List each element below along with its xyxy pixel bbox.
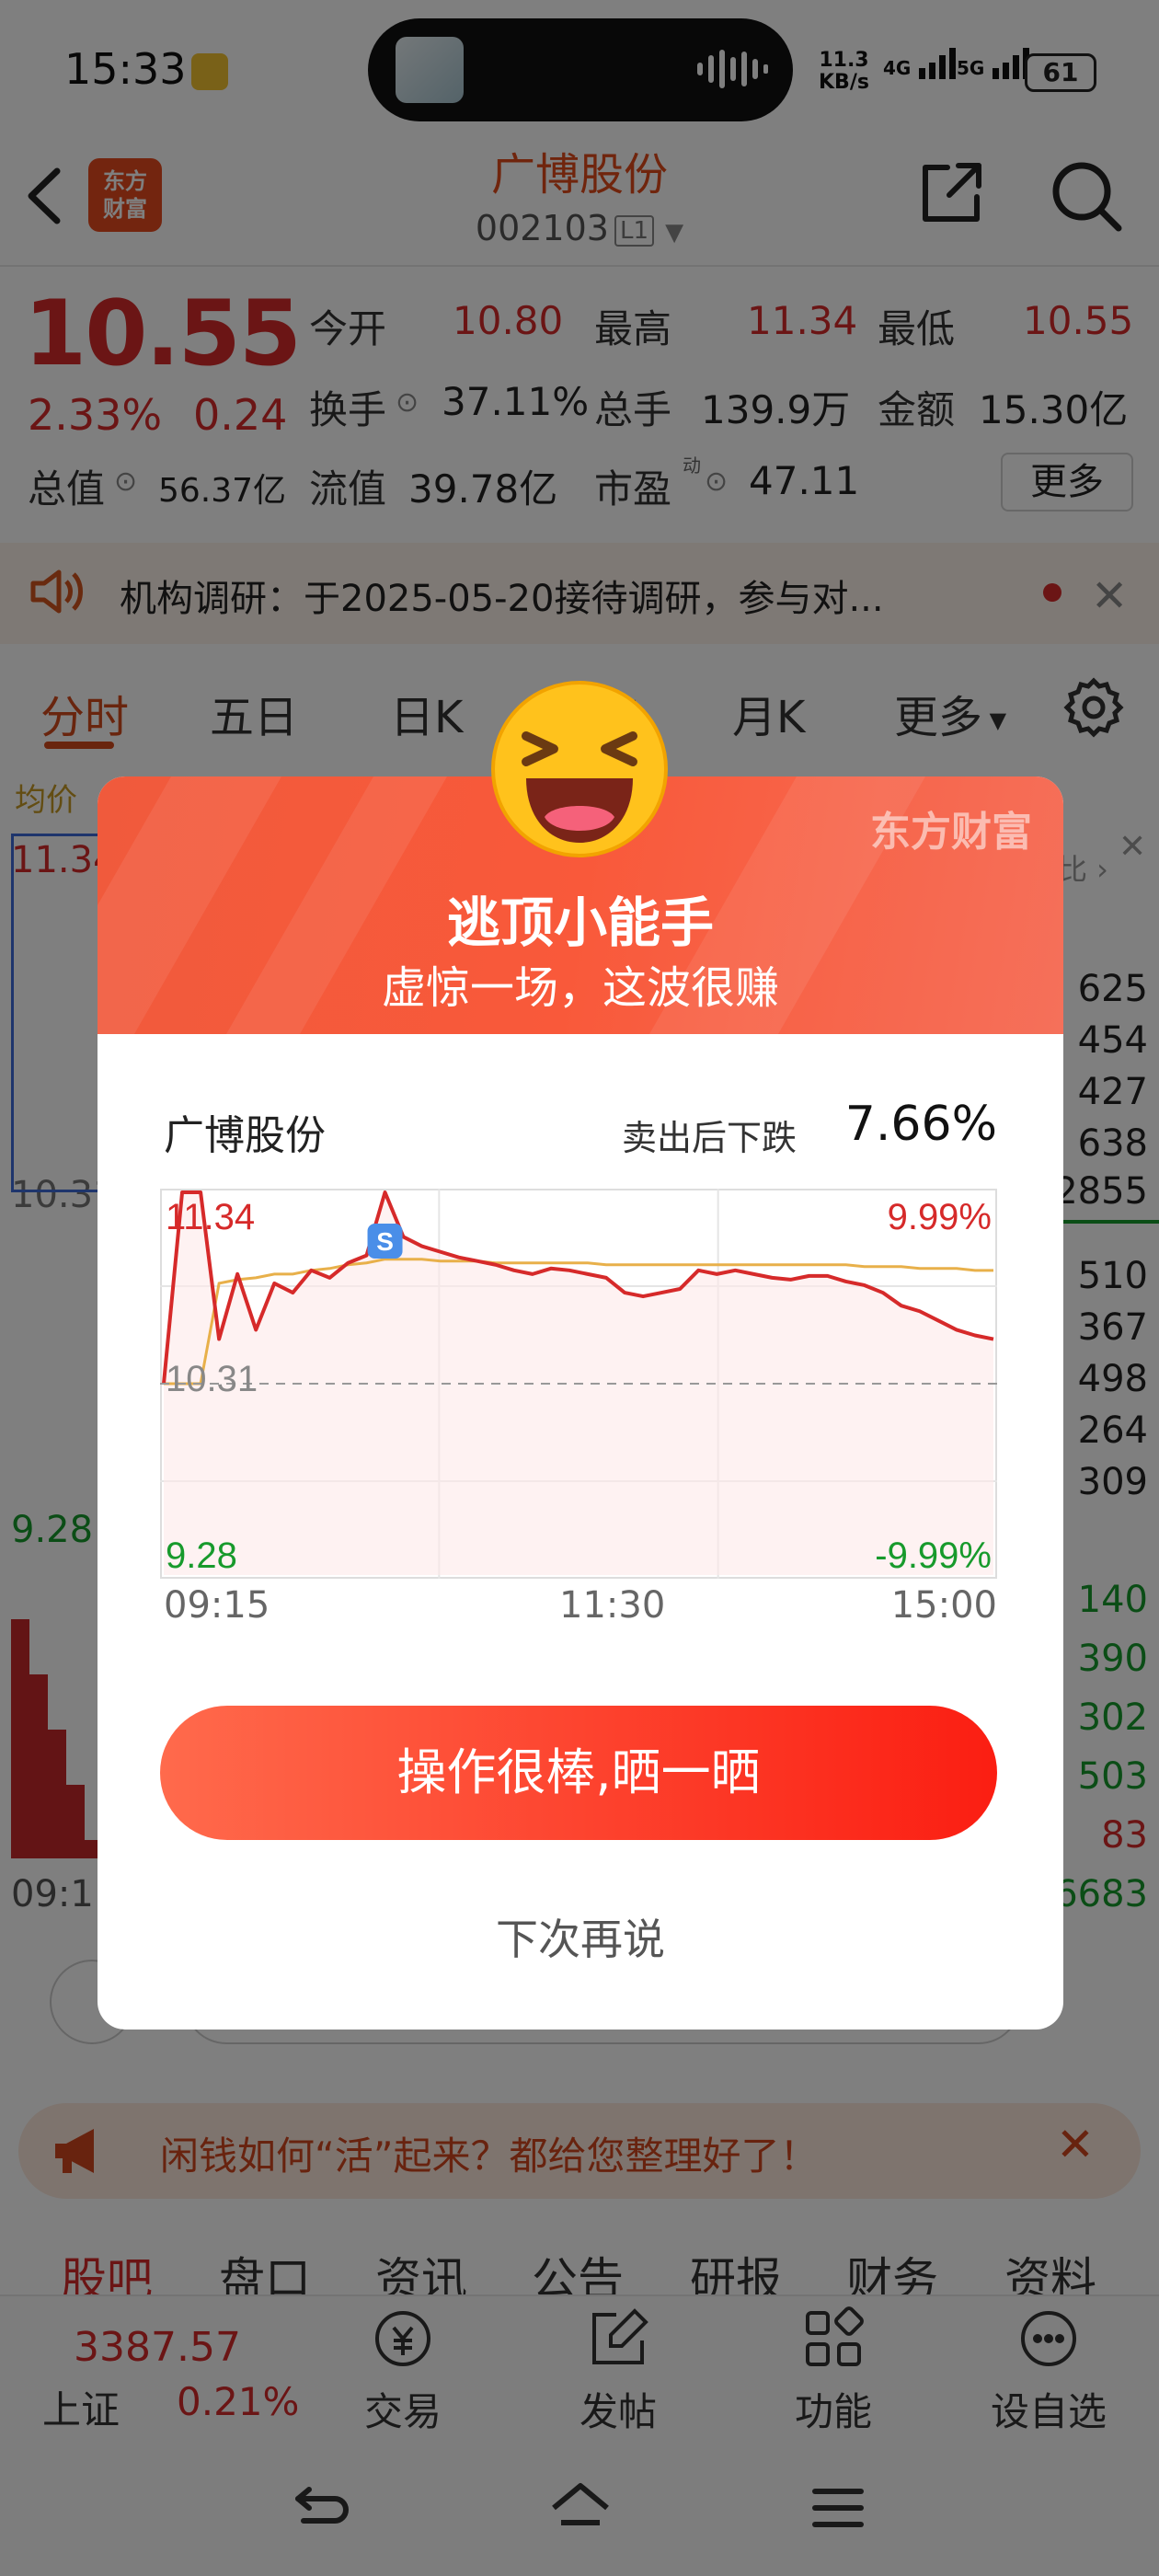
dialog-title: 逃顶小能手 [446, 891, 714, 954]
drop-after-sell-label: 卖出后下跌 [621, 1118, 797, 1158]
achievement-dialog: 东方财富 逃顶小能手 虚惊一场，这波很赚 广博股份 卖出后下跌 7.66% S … [98, 776, 1063, 2030]
y-label-high: 11.34 [166, 1197, 255, 1237]
x-tick-label: 09:15 [164, 1584, 270, 1627]
sell-marker-label: S [376, 1227, 394, 1256]
sell-marker: S [367, 1224, 403, 1259]
x-tick-label: 11:30 [559, 1584, 666, 1627]
y-label-pct-high: 9.99% [888, 1197, 992, 1237]
later-button[interactable]: 下次再说 [98, 1906, 1063, 1967]
y-label-mid: 10.31 [166, 1359, 258, 1399]
y-label-low: 9.28 [166, 1535, 237, 1576]
drop-after-sell-value: 7.66% [844, 1097, 997, 1152]
laughing-emoji-icon [491, 681, 668, 857]
intraday-mini-chart: S 11.34 10.31 9.28 9.99% -9.99% [160, 1189, 997, 1579]
dialog-subtitle: 虚惊一场，这波很赚 [381, 962, 779, 1014]
dialog-stock-name: 广博股份 [164, 1112, 326, 1159]
y-label-pct-low: -9.99% [875, 1535, 992, 1576]
brand-watermark: 东方财富 [870, 809, 1032, 856]
share-button[interactable]: 操作很棒,晒一晒 [160, 1706, 997, 1840]
x-tick-label: 15:00 [890, 1584, 997, 1627]
